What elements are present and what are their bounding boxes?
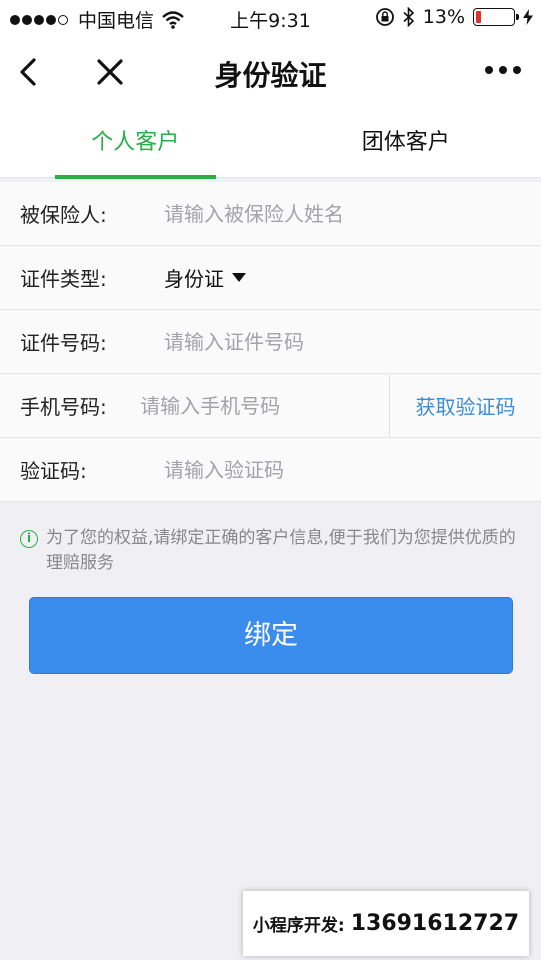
phone-label: 手机号码: xyxy=(20,395,107,419)
tab-label: 团体客户 xyxy=(361,130,450,155)
battery-level xyxy=(476,11,481,23)
form-row-code: 验证码: xyxy=(0,437,541,502)
status-right: 13% xyxy=(367,6,533,28)
form-row-id-type[interactable]: 证件类型: 身份证 xyxy=(0,246,541,310)
banner-phone: 13691612727 xyxy=(350,911,520,936)
insured-label: 被保险人: xyxy=(20,203,107,227)
tab-personal-customer[interactable]: 个人客户 xyxy=(0,108,271,179)
battery-icon xyxy=(473,8,519,26)
verification-form: 被保险人: 证件类型: 身份证 证件号码: 手机号码: 获取验证码 验证码: xyxy=(0,181,541,502)
contact-banner: 小程序开发: 13691612727 xyxy=(243,891,529,956)
get-code-button[interactable]: 获取验证码 xyxy=(389,373,541,438)
form-row-insured: 被保险人: xyxy=(0,181,541,246)
code-input[interactable] xyxy=(164,437,541,502)
notice-text: 为了您的权益,请绑定正确的客户信息,便于我们为您提供优质的理赔服务 xyxy=(46,528,516,573)
tab-label: 个人客户 xyxy=(91,130,180,155)
tab-active-indicator xyxy=(55,175,216,179)
form-row-phone: 手机号码: 获取验证码 xyxy=(0,373,541,438)
orientation-lock-icon xyxy=(375,8,394,26)
signal-strength-icon xyxy=(10,14,70,25)
caret-down-icon xyxy=(232,273,246,282)
tab-group-customer[interactable]: 团体客户 xyxy=(271,108,541,178)
wifi-icon xyxy=(162,10,184,29)
notice: i 为了您的权益,请绑定正确的客户信息,便于我们为您提供优质的理赔服务 xyxy=(20,526,520,576)
nav-bar: 身份验证 xyxy=(0,36,541,108)
id-number-input[interactable] xyxy=(164,309,541,374)
bolt-icon xyxy=(523,9,533,25)
more-dots-icon[interactable] xyxy=(479,66,521,74)
id-type-value: 身份证 xyxy=(164,267,224,291)
carrier-name: 中国电信 xyxy=(78,10,155,32)
phone-input[interactable] xyxy=(140,373,390,438)
battery-percent: 13% xyxy=(422,6,465,28)
info-icon: i xyxy=(20,530,38,548)
code-label: 验证码: xyxy=(20,459,87,483)
id-number-label: 证件号码: xyxy=(20,331,107,355)
status-left: 中国电信 xyxy=(10,6,184,33)
bluetooth-icon xyxy=(403,7,414,27)
banner-label: 小程序开发: xyxy=(252,916,345,936)
page-title: 身份验证 xyxy=(214,59,327,92)
status-bar: 中国电信 上午9:31 13% xyxy=(0,0,541,36)
insured-name-input[interactable] xyxy=(164,181,541,246)
bind-button[interactable]: 绑定 xyxy=(29,597,513,674)
form-row-id-number: 证件号码: xyxy=(0,309,541,374)
close-icon[interactable] xyxy=(92,54,128,90)
id-type-select[interactable]: 身份证 xyxy=(164,263,246,292)
chevron-left-icon[interactable] xyxy=(14,54,46,90)
id-type-label: 证件类型: xyxy=(20,267,107,291)
customer-tabs: 个人客户 团体客户 xyxy=(0,108,541,179)
